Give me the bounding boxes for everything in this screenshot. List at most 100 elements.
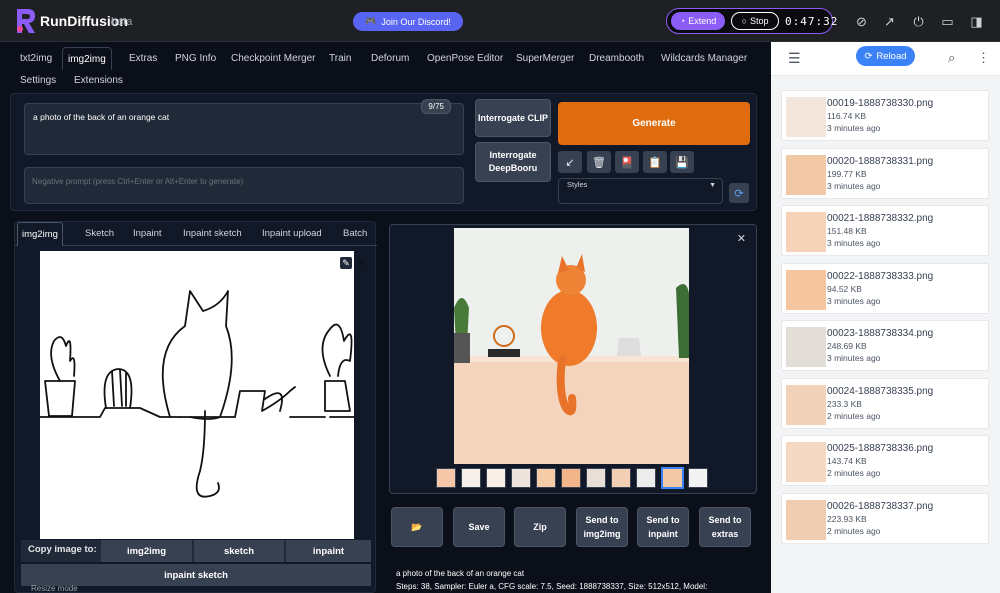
gallery-thumbnail[interactable]	[511, 468, 531, 488]
gallery-thumbnail[interactable]	[536, 468, 556, 488]
edit-icon[interactable]: ✎	[340, 257, 352, 269]
negative-prompt-input[interactable]: Negative prompt (press Ctrl+Enter or Alt…	[24, 167, 464, 204]
file-thumbnail	[786, 212, 826, 252]
gallery-thumbnail[interactable]	[636, 468, 656, 488]
gallery-thumbnail[interactable]	[561, 468, 581, 488]
tab-txt2img[interactable]: txt2img	[15, 47, 57, 70]
tab-supermerger[interactable]: SuperMerger	[511, 47, 579, 70]
file-time: 2 minutes ago	[827, 526, 881, 536]
gallery-thumbnail[interactable]	[586, 468, 606, 488]
file-name: 00023-1888738334.png	[827, 328, 934, 339]
tab-img2img[interactable]: img2img	[62, 47, 112, 70]
output-image[interactable]	[454, 228, 689, 464]
copy-to-img2img-button[interactable]: img2img	[101, 540, 192, 562]
arrow-icon[interactable]: ↙	[558, 151, 582, 173]
copy-to-inpaint-sketch-button[interactable]: inpaint sketch	[21, 564, 371, 586]
trash-icon[interactable]: 🗑	[587, 151, 611, 173]
tab-dreambooth[interactable]: Dreambooth	[584, 47, 649, 70]
file-list-item[interactable]: 00020-1888738331.png 199.77 KB 3 minutes…	[781, 148, 989, 199]
clipboard-icon[interactable]: 📋	[643, 151, 667, 173]
close-icon[interactable]: ✕	[355, 257, 367, 269]
interrogate-clip-button[interactable]: Interrogate CLIP	[475, 99, 551, 137]
sidebar-header: ☰ ⟳ Reload ⌕ ⋮	[771, 42, 1000, 76]
no-image-icon[interactable]: ⊘	[854, 14, 869, 29]
subtab-img2img[interactable]: img2img	[17, 222, 63, 246]
tab-png-info[interactable]: PNG Info	[170, 47, 221, 70]
monitor-icon[interactable]: ▭	[940, 14, 955, 29]
copy-to-sketch-button[interactable]: sketch	[194, 540, 284, 562]
prompt-text: a photo of the back of an orange cat	[33, 112, 170, 122]
subtab-sketch[interactable]: Sketch	[81, 222, 118, 246]
open-external-icon[interactable]: ↗	[882, 14, 897, 29]
stop-button[interactable]: ○ Stop	[731, 12, 779, 30]
file-list-item[interactable]: 00023-1888738334.png 248.69 KB 3 minutes…	[781, 320, 989, 371]
styles-dropdown[interactable]: Styles ▼	[558, 178, 723, 204]
file-time: 3 minutes ago	[827, 123, 881, 133]
power-icon[interactable]: ⏻	[911, 14, 926, 29]
styles-label: Styles	[567, 180, 588, 189]
tab-extensions[interactable]: Extensions	[69, 69, 128, 92]
file-list-item[interactable]: 00022-1888738333.png 94.52 KB 3 minutes …	[781, 263, 989, 314]
sidebar-toggle-icon[interactable]: ◨	[969, 14, 984, 29]
input-image-panel: img2img Sketch Inpaint Inpaint sketch In…	[14, 221, 377, 593]
file-time: 3 minutes ago	[827, 353, 881, 363]
subtab-batch[interactable]: Batch	[339, 222, 371, 246]
file-list-item[interactable]: 00019-1888738330.png 116.74 KB 3 minutes…	[781, 90, 989, 141]
subtab-inpaint-sketch[interactable]: Inpaint sketch	[179, 222, 246, 246]
file-name: 00022-1888738333.png	[827, 271, 934, 282]
gallery-thumbnail[interactable]	[611, 468, 631, 488]
interrogate-deepbooru-button[interactable]: Interrogate DeepBooru	[475, 142, 551, 182]
gallery-thumbnail[interactable]	[688, 468, 708, 488]
tab-settings[interactable]: Settings	[15, 69, 61, 92]
file-name: 00025-1888738336.png	[827, 443, 934, 454]
reload-button[interactable]: ⟳ Reload	[856, 46, 915, 66]
open-folder-button[interactable]: 📂	[391, 507, 443, 547]
tab-wildcards-manager[interactable]: Wildcards Manager	[656, 47, 752, 70]
file-name: 00019-1888738330.png	[827, 98, 934, 109]
send-to-inpaint-button[interactable]: Send to inpaint	[637, 507, 689, 547]
zip-button[interactable]: Zip	[514, 507, 566, 547]
file-thumbnail	[786, 97, 826, 137]
discord-button[interactable]: 🎮 Join Our Discord!	[353, 12, 463, 31]
session-timer: 0:47:32	[785, 15, 839, 28]
file-browser-sidebar: ☰ ⟳ Reload ⌕ ⋮ 00019-1888738330.png 116.…	[771, 42, 1000, 593]
tab-extras[interactable]: Extras	[124, 47, 162, 70]
gallery-thumbnail[interactable]	[436, 468, 456, 488]
orange-cat-photo	[454, 228, 689, 464]
generate-button[interactable]: Generate	[558, 102, 750, 145]
file-list-item[interactable]: 00021-1888738332.png 151.48 KB 3 minutes…	[781, 205, 989, 256]
send-to-extras-button[interactable]: Send to extras	[699, 507, 751, 547]
art-icon[interactable]: 🎴	[615, 151, 639, 173]
copy-to-inpaint-button[interactable]: inpaint	[286, 540, 371, 562]
send-to-img2img-button[interactable]: Send to img2img	[576, 507, 628, 547]
file-thumbnail	[786, 442, 826, 482]
refresh-styles-button[interactable]: ⟳	[729, 183, 749, 203]
subtab-inpaint[interactable]: Inpaint	[129, 222, 166, 246]
tab-openpose-editor[interactable]: OpenPose Editor	[422, 47, 508, 70]
file-name: 00026-1888738337.png	[827, 501, 934, 512]
tab-train[interactable]: Train	[324, 47, 356, 70]
file-name: 00024-1888738335.png	[827, 386, 934, 397]
tab-checkpoint-merger[interactable]: Checkpoint Merger	[226, 47, 320, 70]
close-icon[interactable]: ✕	[737, 232, 746, 245]
more-options-icon[interactable]: ⋮	[977, 50, 990, 66]
gallery-thumbnail[interactable]	[486, 468, 506, 488]
file-list-item[interactable]: 00024-1888738335.png 233.3 KB 2 minutes …	[781, 378, 989, 429]
save-button[interactable]: Save	[453, 507, 505, 547]
sketch-image[interactable]: ✎ ✕	[39, 251, 365, 539]
save-style-icon[interactable]: 💾	[670, 151, 694, 173]
gallery-thumbnail[interactable]	[461, 468, 481, 488]
hamburger-menu-icon[interactable]: ☰	[788, 50, 801, 67]
search-icon[interactable]: ⌕	[948, 50, 955, 66]
tab-deforum[interactable]: Deforum	[366, 47, 414, 70]
subtab-inpaint-upload[interactable]: Inpaint upload	[258, 222, 326, 246]
generation-params: Steps: 38, Sampler: Euler a, CFG scale: …	[396, 582, 708, 591]
file-list-item[interactable]: 00025-1888738336.png 143.74 KB 2 minutes…	[781, 435, 989, 486]
extend-button[interactable]: ◔ Extend	[671, 12, 725, 30]
gallery-thumbnail-selected[interactable]	[661, 467, 684, 489]
file-thumbnail	[786, 270, 826, 310]
beta-badge: beta	[111, 16, 133, 28]
file-list-item[interactable]: 00026-1888738337.png 223.93 KB 2 minutes…	[781, 493, 989, 544]
prompt-input[interactable]: a photo of the back of an orange cat 9/7…	[24, 99, 464, 155]
output-gallery: ✕	[389, 224, 757, 494]
